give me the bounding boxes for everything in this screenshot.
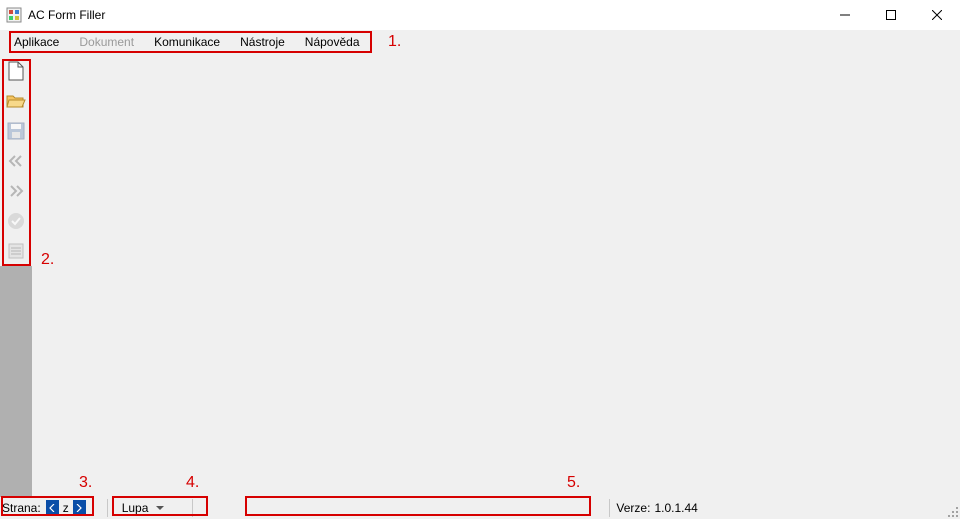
version-chunk: Verze: 1.0.1.44 <box>616 497 697 519</box>
window-title: AC Form Filler <box>28 8 105 22</box>
main-area <box>0 54 960 497</box>
check-icon <box>7 212 25 230</box>
version-value: 1.0.1.44 <box>654 501 697 515</box>
close-button[interactable] <box>914 0 960 30</box>
page-next-button[interactable] <box>73 500 86 516</box>
title-bar: AC Form Filler <box>0 0 960 30</box>
open-folder-button[interactable] <box>1 86 31 116</box>
new-file-button[interactable] <box>1 56 31 86</box>
page-nav-chunk: Strana: z <box>2 497 87 519</box>
next-page-icon <box>7 184 25 198</box>
prev-page-button <box>1 146 31 176</box>
page-separator: z <box>60 501 72 515</box>
maximize-button[interactable] <box>868 0 914 30</box>
status-separator <box>192 499 193 517</box>
menu-napoveda[interactable]: Nápověda <box>295 30 370 54</box>
menu-dokument: Dokument <box>69 30 144 54</box>
menu-nastroje[interactable]: Nástroje <box>230 30 295 54</box>
open-folder-icon <box>6 92 26 110</box>
status-separator <box>107 499 108 517</box>
check-button <box>1 206 31 236</box>
save-icon <box>7 122 25 140</box>
save-button <box>1 116 31 146</box>
resize-grip[interactable] <box>945 504 959 518</box>
status-separator <box>609 499 610 517</box>
menu-komunikace[interactable]: Komunikace <box>144 30 230 54</box>
new-file-icon <box>7 61 25 81</box>
minimize-button[interactable] <box>822 0 868 30</box>
vertical-toolbar <box>0 54 32 266</box>
document-area <box>32 54 960 497</box>
menu-bar: Aplikace Dokument Komunikace Nástroje Ná… <box>0 30 960 54</box>
chevron-down-icon <box>156 506 164 511</box>
details-button <box>1 236 31 266</box>
page-prev-button[interactable] <box>46 500 59 516</box>
side-strip <box>0 266 32 497</box>
version-label: Verze: <box>616 501 650 515</box>
page-label: Strana: <box>2 501 41 515</box>
window-controls <box>822 0 960 30</box>
status-bar: Strana: z Lupa Verze: 1.0.1.44 <box>0 497 960 519</box>
menu-aplikace[interactable]: Aplikace <box>4 30 69 54</box>
zoom-label: Lupa <box>122 501 149 515</box>
status-message-area <box>239 497 579 519</box>
prev-page-icon <box>7 154 25 168</box>
next-page-button <box>1 176 31 206</box>
zoom-dropdown[interactable]: Lupa <box>114 497 173 519</box>
app-icon <box>6 7 22 23</box>
details-icon <box>7 242 25 260</box>
